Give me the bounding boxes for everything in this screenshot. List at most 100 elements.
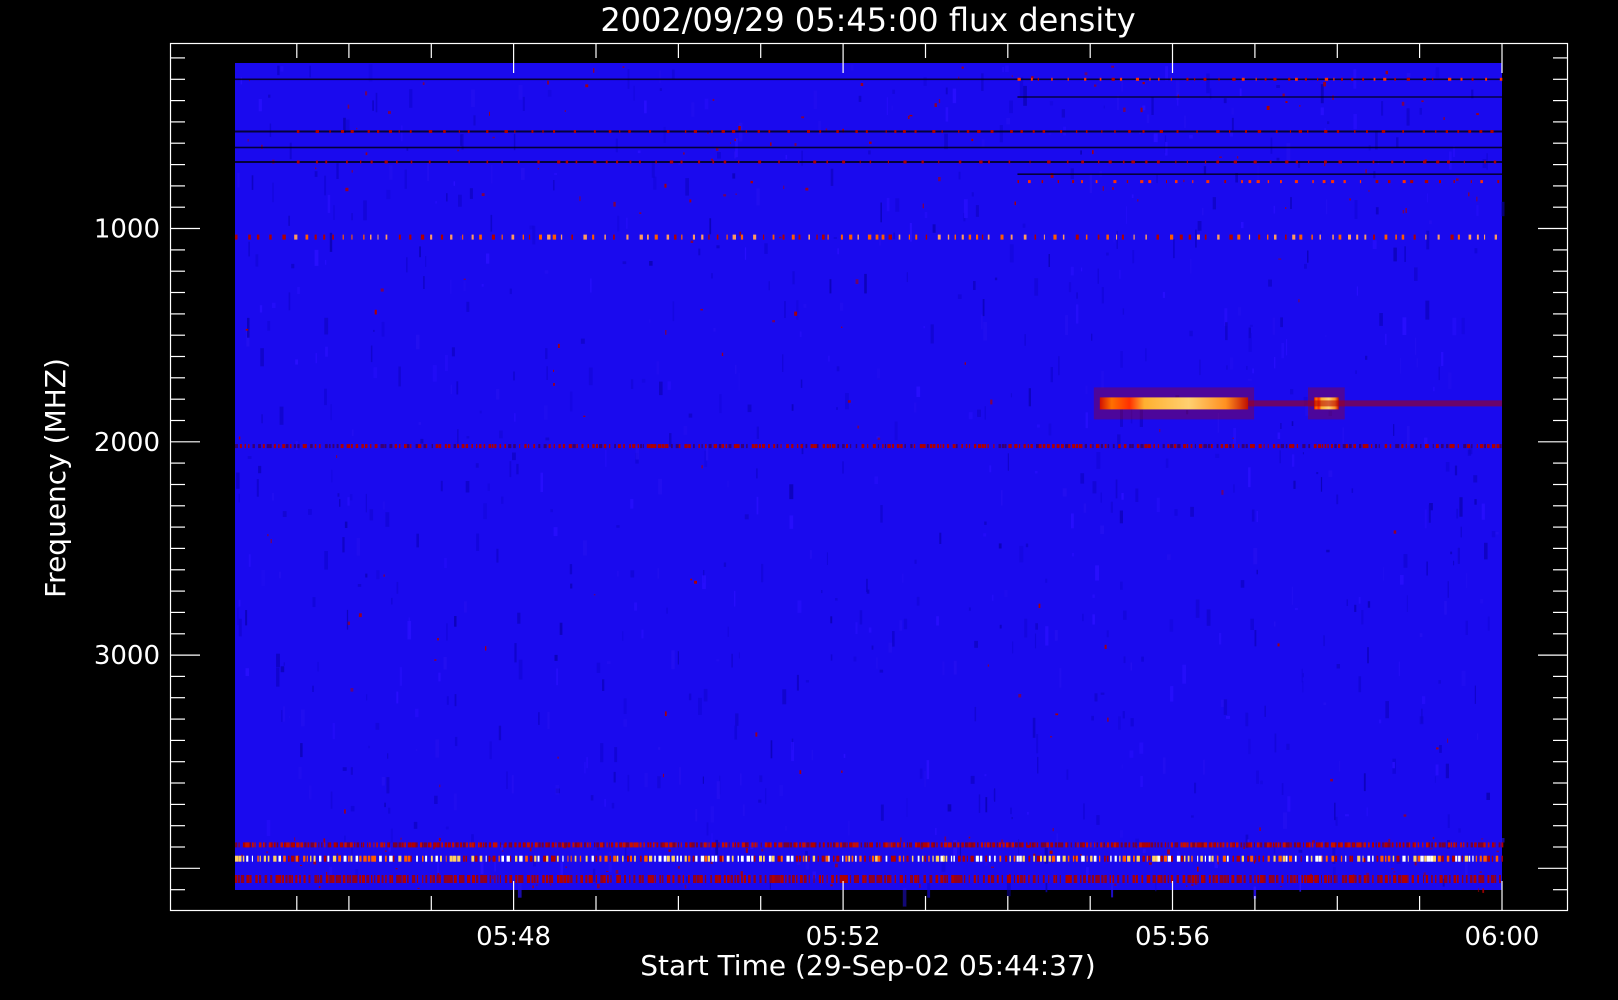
noise-speckle: [964, 362, 966, 365]
noise-speckle: [1298, 299, 1300, 303]
interference-band-segment: [888, 842, 890, 848]
interference-band-segment: [1361, 842, 1363, 848]
interference-band-segment: [1354, 875, 1357, 883]
interference-band-segment: [1423, 160, 1427, 164]
noise-speckle: [1325, 334, 1327, 338]
noise-speckle: [1481, 838, 1484, 840]
interference-band-segment: [585, 875, 588, 883]
interference-band-segment: [573, 130, 576, 133]
noise-speckle: [1435, 67, 1440, 78]
interference-band-segment: [1013, 855, 1016, 862]
interference-band-segment: [420, 234, 425, 240]
noise-speckle: [553, 180, 555, 191]
noise-speckle: [349, 494, 353, 501]
interference-band-segment: [1022, 855, 1025, 862]
interference-band-segment: [1056, 855, 1061, 862]
interference-band-segment: [929, 875, 933, 883]
noise-speckle: [1062, 488, 1067, 497]
interference-band-segment: [1110, 855, 1112, 862]
interference-band-segment: [1009, 855, 1011, 862]
interference-band-segment: [1480, 444, 1484, 449]
interference-band-segment: [860, 842, 862, 848]
noise-speckle: [830, 654, 833, 661]
noise-speckle: [975, 205, 979, 217]
interference-band-segment: [1367, 875, 1370, 883]
interference-band-segment: [1496, 444, 1500, 449]
interference-band-segment: [672, 842, 676, 848]
interference-band-segment: [822, 842, 825, 848]
noise-speckle: [700, 308, 703, 311]
interference-band-segment: [932, 130, 936, 133]
noise-speckle: [1129, 750, 1134, 758]
interference-band-segment: [1029, 160, 1031, 164]
interference-band-segment: [285, 875, 288, 883]
noise-speckle: [569, 391, 573, 412]
interference-band-segment: [551, 855, 555, 862]
noise-speckle: [456, 381, 459, 395]
interference-band-segment: [252, 444, 255, 449]
interference-band-segment: [780, 444, 782, 449]
noise-speckle: [604, 798, 606, 807]
noise-speckle: [1092, 481, 1097, 494]
interference-band-segment: [1167, 875, 1170, 883]
interference-band-segment: [940, 444, 942, 449]
noise-speckle: [1436, 747, 1439, 750]
interference-band-segment: [969, 444, 971, 449]
dark-band-line: [235, 78, 1502, 81]
noise-speckle: [1286, 743, 1290, 750]
interference-band-segment: [865, 130, 868, 133]
noise-speckle: [1336, 494, 1339, 505]
interference-band-segment: [653, 444, 657, 449]
interference-band-segment: [1483, 855, 1487, 862]
noise-speckle: [1080, 150, 1082, 155]
noise-speckle: [987, 664, 990, 667]
interference-band-segment: [759, 855, 762, 862]
interference-band-segment: [289, 444, 292, 449]
interference-band-segment: [903, 160, 907, 164]
interference-band-segment: [492, 855, 496, 862]
interference-band-segment: [1099, 855, 1101, 862]
interference-band-segment: [235, 842, 238, 848]
noise-speckle: [463, 280, 466, 292]
interference-band-segment: [619, 875, 621, 883]
interference-band-segment: [313, 855, 316, 862]
interference-band-segment: [366, 875, 370, 883]
interference-band-segment: [407, 875, 409, 883]
interference-band-segment: [499, 444, 502, 449]
noise-speckle: [1061, 109, 1065, 118]
noise-speckle: [952, 88, 957, 104]
interference-band-segment: [1072, 180, 1075, 184]
noise-speckle: [1438, 366, 1440, 381]
interference-band-segment: [993, 444, 995, 449]
interference-band-segment: [665, 842, 669, 848]
noise-speckle: [1166, 554, 1171, 561]
interference-band-segment: [734, 875, 736, 883]
noise-speckle: [1299, 105, 1301, 107]
noise-speckle: [330, 791, 333, 809]
noise-speckle: [945, 87, 948, 95]
noise-speckle: [483, 503, 487, 520]
interference-band-segment: [1104, 444, 1107, 449]
noise-speckle: [1403, 814, 1407, 817]
interference-band-segment: [819, 130, 822, 133]
noise-speckle: [1358, 676, 1362, 693]
interference-band-segment: [534, 855, 537, 862]
interference-band-segment: [501, 234, 503, 240]
interference-band-segment: [1422, 130, 1425, 133]
interference-band-segment: [558, 444, 561, 449]
interference-band-segment: [1111, 77, 1115, 81]
noise-speckle: [750, 180, 753, 184]
noise-speckle: [1071, 513, 1074, 529]
interference-band-segment: [1417, 855, 1420, 862]
interference-band-segment: [593, 160, 597, 164]
noise-speckle: [415, 748, 418, 751]
interference-band-segment: [785, 875, 787, 883]
interference-band-segment: [718, 842, 720, 848]
noise-speckle: [1398, 661, 1400, 677]
interference-band-segment: [954, 875, 958, 883]
interference-band-segment: [885, 855, 888, 862]
interference-band-segment: [391, 875, 394, 883]
noise-speckle: [1405, 208, 1407, 213]
interference-band-segment: [867, 444, 869, 449]
noise-speckle: [607, 661, 611, 664]
